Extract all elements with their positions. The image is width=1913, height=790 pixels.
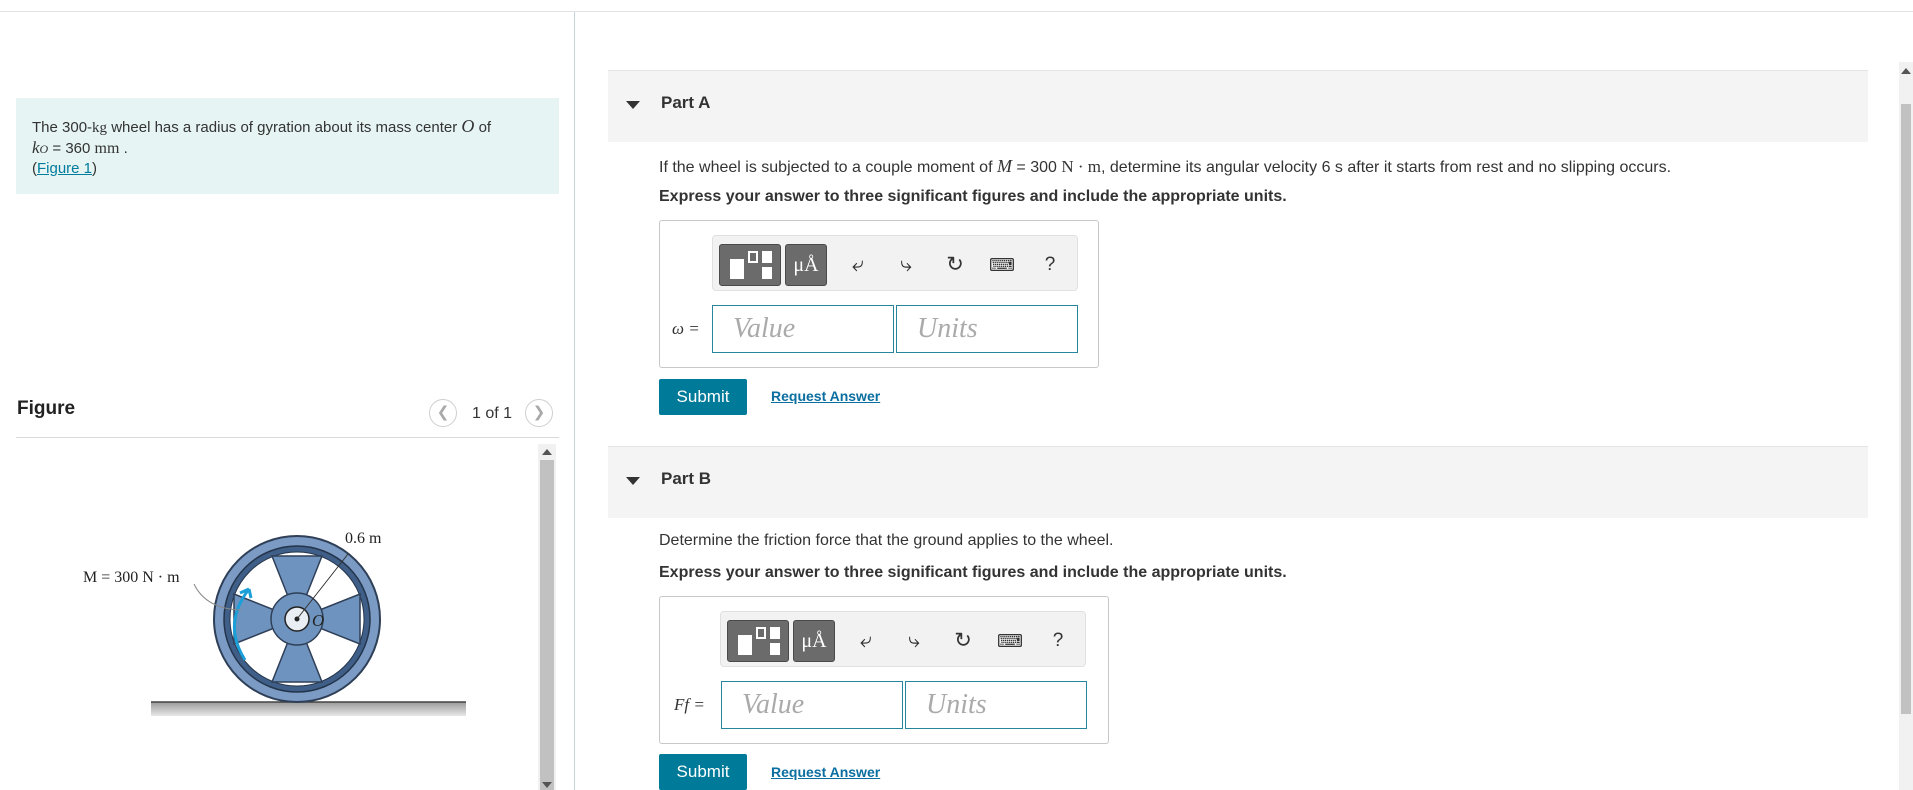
reset-icon[interactable]: ↻ <box>942 252 968 278</box>
problem-text: . <box>119 140 128 157</box>
value-input[interactable]: Value <box>721 681 903 729</box>
page-scrollbar[interactable] <box>1899 62 1913 790</box>
question-text: , determine its angular velocity 6 s aft… <box>1101 159 1672 176</box>
question-text: If the wheel is subjected to a couple mo… <box>659 159 997 176</box>
part-b-instruction: Express your answer to three significant… <box>659 564 1287 581</box>
radius-label: 0.6 m <box>345 530 382 547</box>
keyboard-icon[interactable]: ⌨ <box>997 628 1023 654</box>
figure-image: M = 300 N · m 0.6 m O <box>16 444 536 790</box>
part-b-request-answer-link[interactable]: Request Answer <box>771 764 880 780</box>
k-unit: mm <box>94 140 120 157</box>
collapse-caret-icon[interactable] <box>626 101 640 109</box>
units-input[interactable]: Units <box>905 681 1087 729</box>
part-b-submit-button[interactable]: Submit <box>659 754 747 790</box>
undo-icon[interactable]: ⤶ <box>845 252 871 278</box>
moment-label: M = 300 N · m <box>83 569 180 586</box>
part-a-question: If the wheel is subjected to a couple mo… <box>659 156 1671 177</box>
value-input[interactable]: Value <box>712 305 894 353</box>
templates-icon[interactable] <box>727 620 789 662</box>
figure-link[interactable]: Figure 1 <box>37 160 92 177</box>
center-label: O <box>312 611 324 630</box>
help-icon[interactable]: ? <box>1045 628 1071 654</box>
moment-unit: N · m <box>1061 157 1102 176</box>
moment-var: M <box>996 156 1012 176</box>
part-a-toolbar: μÅ ⤶ ⤷ ↻ ⌨ ? <box>712 235 1078 291</box>
chevron-left-icon[interactable]: ❮ <box>429 399 457 427</box>
part-a-request-answer-link[interactable]: Request Answer <box>771 388 880 404</box>
part-b-header[interactable]: Part B <box>608 446 1868 518</box>
point-symbol: O <box>461 116 475 136</box>
paren-close: ) <box>92 160 98 177</box>
templates-icon[interactable] <box>719 244 781 286</box>
collapse-caret-icon[interactable] <box>626 477 640 485</box>
problem-text: The 300- <box>32 119 93 136</box>
redo-icon[interactable]: ⤷ <box>893 252 919 278</box>
part-b-question: Determine the friction force that the gr… <box>659 532 1114 549</box>
chevron-right-icon[interactable]: ❯ <box>525 399 553 427</box>
part-a-header[interactable]: Part A <box>608 70 1868 142</box>
figure-header: Figure ❮ 1 of 1 ❯ <box>16 388 559 438</box>
figure-title: Figure <box>17 398 76 419</box>
problem-text: of <box>474 119 492 136</box>
k-subscript: O <box>39 142 49 156</box>
problem-text: = 360 <box>48 140 95 157</box>
omega-label: ω = <box>672 319 700 338</box>
scroll-up-icon[interactable] <box>542 449 552 455</box>
question-text: = 300 <box>1011 159 1062 176</box>
units-icon[interactable]: μÅ <box>793 620 835 662</box>
keyboard-icon[interactable]: ⌨ <box>989 252 1015 278</box>
scroll-thumb[interactable] <box>1901 104 1911 714</box>
part-b-label: Part B <box>661 469 712 488</box>
figure-pager: 1 of 1 <box>472 405 513 422</box>
scroll-up-icon[interactable] <box>1901 68 1911 74</box>
friction-label: Ff = <box>674 695 705 714</box>
ground-surface <box>151 702 466 716</box>
units-input[interactable]: Units <box>896 305 1078 353</box>
part-a-answer-box: μÅ ⤶ ⤷ ↻ ⌨ ? ω = Value Units <box>659 220 1099 368</box>
scroll-down-icon[interactable] <box>542 782 552 788</box>
part-a-submit-button[interactable]: Submit <box>659 379 747 415</box>
redo-icon[interactable]: ⤷ <box>901 628 927 654</box>
mass-unit: kg <box>92 120 108 136</box>
reset-icon[interactable]: ↻ <box>950 628 976 654</box>
part-a-instruction: Express your answer to three significant… <box>659 188 1287 205</box>
units-icon[interactable]: μÅ <box>785 244 827 286</box>
figure-scrollbar[interactable] <box>538 444 556 790</box>
wheel-diagram: M = 300 N · m 0.6 m O <box>83 530 466 716</box>
k-symbol: k <box>32 138 40 157</box>
part-b-toolbar: μÅ ⤶ ⤷ ↻ ⌨ ? <box>720 611 1086 667</box>
problem-text: wheel has a radius of gyration about its… <box>107 119 462 136</box>
undo-icon[interactable]: ⤶ <box>853 628 879 654</box>
part-a-label: Part A <box>661 93 711 112</box>
problem-statement: The 300-kg wheel has a radius of gyratio… <box>16 98 559 194</box>
help-icon[interactable]: ? <box>1037 252 1063 278</box>
part-b-answer-box: μÅ ⤶ ⤷ ↻ ⌨ ? Ff = Value Units <box>659 596 1109 744</box>
scroll-thumb[interactable] <box>540 460 554 790</box>
